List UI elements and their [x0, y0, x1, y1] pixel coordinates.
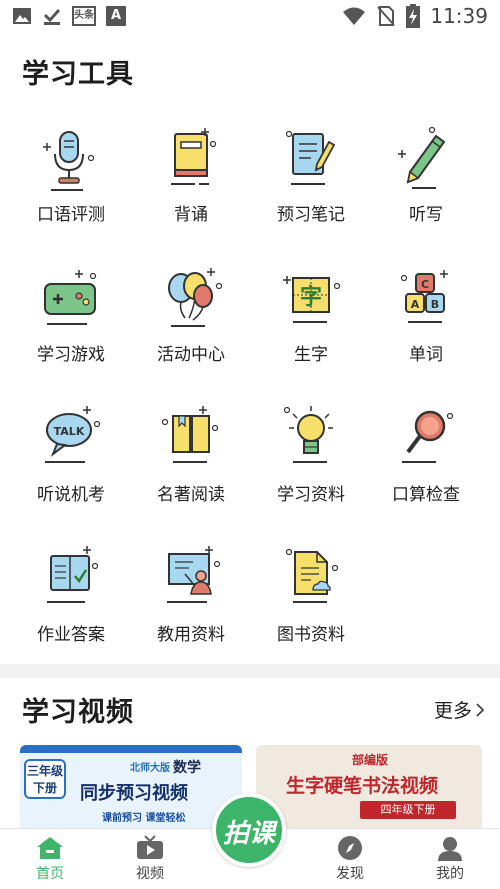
- tool-label: 口语评测: [37, 205, 105, 225]
- tool-listening-exam[interactable]: TALK 听说机考: [11, 404, 131, 514]
- section-title-videos: 学习视频: [22, 697, 134, 728]
- video-card-math-preview[interactable]: 三年级 下册 北师大版 数学 同步预习视频 课前预习 课堂轻松: [20, 745, 242, 835]
- tool-label: 学习资料: [277, 485, 345, 505]
- card-title: 生字硬笔书法视频: [286, 775, 439, 797]
- nav-profile[interactable]: 我的: [420, 835, 480, 883]
- tool-label: 名著阅读: [157, 485, 225, 505]
- nav-home[interactable]: 首页: [20, 835, 80, 883]
- subject-label: 数学: [173, 760, 201, 776]
- compass-icon: [338, 836, 362, 860]
- snap-lesson-button[interactable]: 拍课: [212, 793, 286, 867]
- tool-study-materials[interactable]: 学习资料: [251, 404, 371, 514]
- book-icon: [171, 128, 217, 185]
- nav-video[interactable]: 视频: [120, 835, 180, 883]
- tv-icon: [137, 835, 163, 859]
- edition-label: 部编版: [352, 753, 389, 767]
- nav-label: 发现: [336, 866, 364, 882]
- tool-study-game[interactable]: 学习游戏: [11, 264, 131, 374]
- tool-label: 教用资料: [157, 625, 225, 645]
- tool-homework-answers[interactable]: 作业答案: [11, 544, 131, 654]
- microphone-icon: [43, 131, 95, 191]
- gamepad-icon: [44, 270, 97, 325]
- font-app-icon: A: [106, 6, 126, 26]
- tool-label: 单词: [409, 345, 443, 365]
- tool-teaching-materials[interactable]: 教用资料: [131, 544, 251, 654]
- video-card-calligraphy[interactable]: 部编版 生字硬笔书法视频 四年级下册: [256, 745, 482, 835]
- tool-words[interactable]: C A B 单词: [366, 264, 486, 374]
- character-glyph: 字: [300, 284, 322, 310]
- tool-activity-center[interactable]: 活动中心: [131, 264, 251, 374]
- battery-charging-icon: [406, 4, 421, 28]
- study-tools-section: 学习工具 口语评测 背诵 预习笔记 听写 学习游戏 活动中心 字 生字 C A …: [0, 34, 500, 664]
- wifi-icon: [343, 7, 366, 25]
- image-icon: [13, 8, 31, 24]
- talk-bubble-icon: TALK: [45, 406, 101, 463]
- nav-label: 我的: [436, 866, 464, 882]
- no-sim-icon: [377, 6, 396, 26]
- more-link[interactable]: 更多: [434, 696, 486, 723]
- tool-label: 图书资料: [277, 625, 345, 645]
- snap-lesson-label: 拍课: [222, 819, 275, 849]
- tool-label: 作业答案: [37, 625, 105, 645]
- character-card-icon: 字: [283, 276, 341, 323]
- abc-blocks-icon: C A B: [400, 270, 448, 323]
- nav-label: 首页: [36, 866, 64, 882]
- tool-label: 口算检查: [392, 485, 460, 505]
- tool-label: 背诵: [174, 205, 208, 225]
- grade-text: 三年级: [26, 764, 63, 778]
- card-subtitle: 课前预习 课堂轻松: [102, 813, 186, 824]
- nav-label: 视频: [136, 866, 164, 882]
- teacher-board-icon: [167, 546, 221, 603]
- tool-label: 听说机考: [37, 485, 105, 505]
- answer-book-icon: [47, 546, 99, 603]
- tool-book-materials[interactable]: 图书资料: [251, 544, 371, 654]
- home-icon: [37, 837, 63, 859]
- card-band: [20, 745, 242, 753]
- tool-label: 生字: [294, 345, 328, 365]
- publisher-label: 北师大版: [130, 763, 170, 774]
- tool-classics-reading[interactable]: 名著阅读: [131, 404, 251, 514]
- grade-badge: 三年级 下册: [24, 759, 66, 799]
- tool-mental-math-check[interactable]: 口算检查: [366, 404, 486, 514]
- tool-label: 活动中心: [157, 345, 225, 365]
- block-letter-c: C: [421, 278, 429, 291]
- tool-label: 听写: [409, 205, 443, 225]
- tool-label: 预习笔记: [277, 205, 345, 225]
- toutiao-icon: 头条: [72, 6, 96, 26]
- balloons-icon: [168, 268, 223, 327]
- tool-recite[interactable]: 背诵: [131, 124, 251, 234]
- tool-preview-notes[interactable]: 预习笔记: [251, 124, 371, 234]
- talk-text: TALK: [54, 425, 85, 438]
- notification-icons: 头条 A: [12, 6, 126, 26]
- magnifier-icon: [402, 410, 454, 463]
- clock: 11:39: [430, 4, 488, 28]
- download-done-icon: [43, 8, 61, 25]
- tool-new-characters[interactable]: 字 生字: [251, 264, 371, 374]
- chevron-right-icon: [476, 702, 485, 717]
- user-icon: [438, 837, 462, 861]
- document-icon: [285, 548, 339, 603]
- tool-oral-test[interactable]: 口语评测: [11, 124, 131, 234]
- card-title: 同步预习视频: [80, 783, 188, 804]
- section-title-tools: 学习工具: [22, 59, 134, 90]
- block-letter-a: A: [411, 298, 420, 311]
- system-icons: 11:39: [342, 4, 488, 28]
- block-letter-b: B: [431, 298, 439, 311]
- bottom-nav: 首页 视频 拍课 发现 我的: [0, 793, 500, 889]
- section-divider: [0, 664, 500, 678]
- more-label: 更多: [433, 700, 472, 722]
- nav-discover[interactable]: 发现: [320, 835, 380, 883]
- pencil-icon: [398, 126, 446, 189]
- grade-badge: 四年级下册: [360, 801, 456, 819]
- lightbulb-icon: [283, 406, 333, 463]
- tool-dictation[interactable]: 听写: [366, 124, 486, 234]
- open-book-icon: [161, 406, 219, 463]
- notebook-pen-icon: [285, 130, 336, 185]
- status-bar: 头条 A 11:39: [0, 0, 500, 34]
- tool-label: 学习游戏: [37, 345, 105, 365]
- volume-text: 下册: [32, 781, 57, 795]
